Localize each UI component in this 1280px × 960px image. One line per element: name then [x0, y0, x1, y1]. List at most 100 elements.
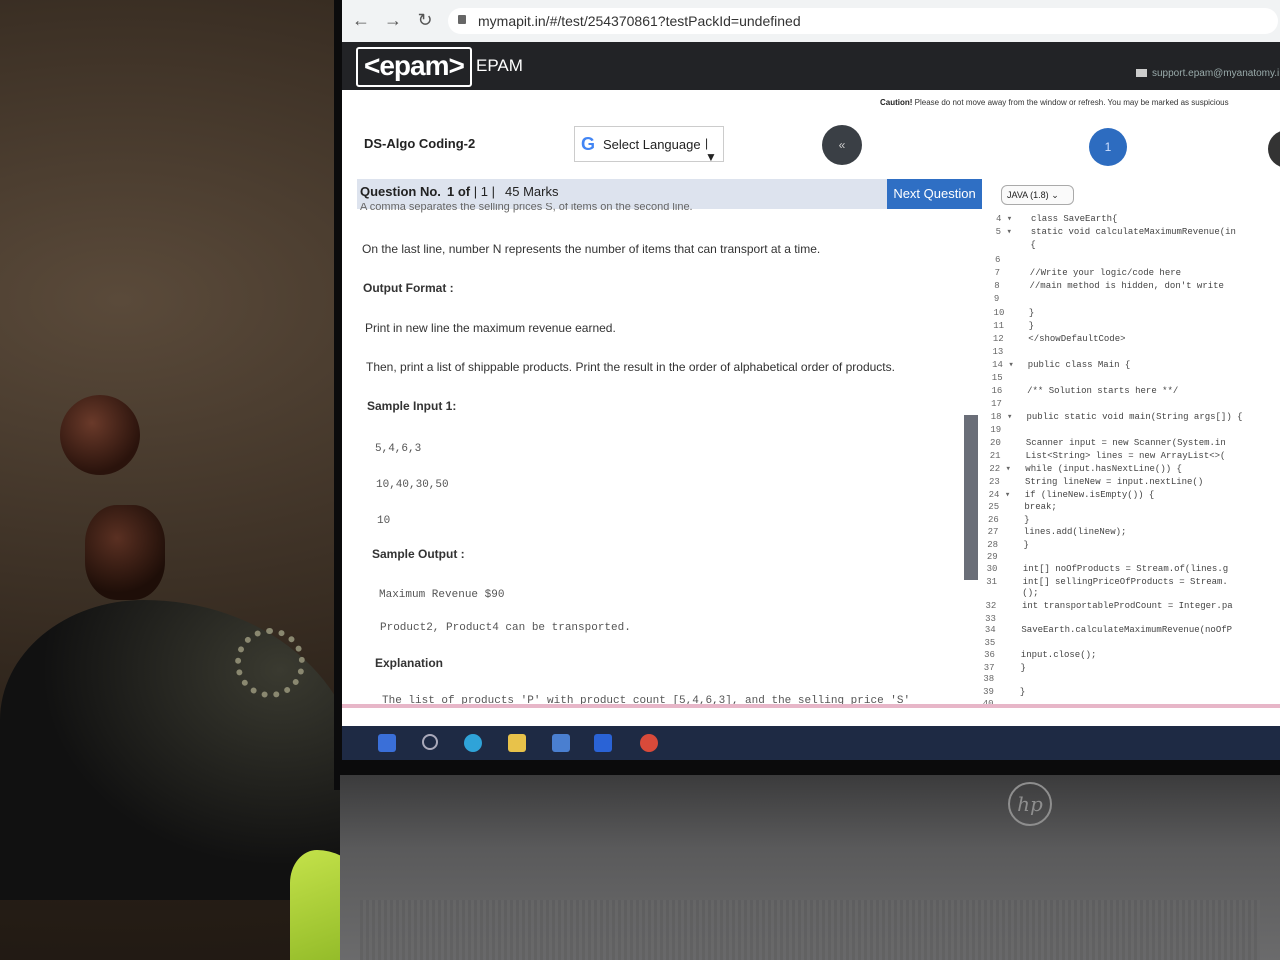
hp-logo: hp	[1008, 782, 1052, 826]
code-line: SaveEarth.calculateMaximumRevenue(noOfP	[1021, 625, 1233, 635]
search-icon[interactable]	[422, 734, 438, 750]
question-label: Question No.	[360, 184, 441, 199]
mail-app-icon[interactable]	[552, 734, 570, 752]
line-number: 11	[993, 321, 1004, 331]
laptop-screen: ← → ↻ mymapit.in/#/test/254370861?testPa…	[342, 0, 1280, 760]
code-line: ();	[1022, 588, 1039, 598]
line-number: 35	[984, 638, 996, 648]
code-line: static void calculateMaximumRevenue(in	[1030, 227, 1236, 237]
line-number: 37	[983, 663, 995, 673]
code-editor[interactable]: JAVA (1.8) ⌄ 4 ▾ class SaveEarth{ 5 ▾ stat…	[983, 179, 1280, 709]
line-number: 36	[984, 650, 995, 660]
question-number: 1 of | 1 |	[447, 184, 495, 199]
code-line: class SaveEarth{	[1031, 214, 1118, 224]
code-line: public static void main(String args[]) {	[1026, 412, 1243, 422]
question-scrollbar[interactable]	[964, 415, 978, 580]
code-line: int[] sellingPriceOfProducts = Stream.	[1022, 577, 1228, 587]
code-line: }	[1028, 308, 1035, 318]
chrome-icon[interactable]	[640, 734, 658, 752]
test-title: DS-Algo Coding-2	[364, 136, 476, 151]
line-number: 5 ▾	[995, 227, 1012, 237]
line-number: 32	[985, 601, 997, 611]
windows-start-icon[interactable]	[378, 734, 396, 752]
sample-input-heading: Sample Input 1:	[367, 399, 457, 413]
line-number: 18 ▾	[990, 412, 1013, 422]
brand-name: EPAM	[476, 56, 523, 75]
language-selector[interactable]: G Select Language | ▼	[574, 126, 724, 164]
editor-language-select[interactable]: JAVA (1.8) ⌄	[1001, 185, 1074, 205]
code-line: input.close();	[1020, 650, 1097, 660]
browser-toolbar: ← → ↻ mymapit.in/#/test/254370861?testPa…	[342, 0, 1280, 43]
code-line: List<String> lines = new ArrayList<>(	[1025, 451, 1226, 461]
cloth-medallion	[235, 628, 305, 698]
sample-output-line: Product2, Product4 can be transported.	[380, 622, 631, 634]
line-number: 4 ▾	[996, 214, 1013, 224]
lock-icon	[458, 15, 466, 24]
chevron-down-icon: ⌄	[1051, 190, 1059, 200]
line-number: 38	[983, 674, 995, 684]
output-format-heading: Output Format :	[363, 281, 454, 295]
code-line: }	[1023, 540, 1029, 550]
code-line: }	[1019, 687, 1026, 697]
laptop-speaker-grille	[360, 900, 1260, 960]
line-number: 12	[992, 334, 1004, 344]
reload-icon[interactable]: ↻	[414, 9, 436, 31]
sample-output-line: Maximum Revenue $90	[379, 589, 505, 601]
line-number: 24 ▾	[988, 490, 1011, 500]
collapse-panel-button[interactable]: «	[822, 125, 862, 165]
file-explorer-icon[interactable]	[508, 734, 526, 752]
code-line: lines.add(lineNew);	[1023, 527, 1127, 537]
line-number: 26	[987, 515, 999, 525]
edge-icon[interactable]	[464, 734, 482, 752]
sample-input-line: 5,4,6,3	[375, 443, 422, 455]
line-number: 33	[985, 614, 996, 624]
code-line: int[] noOfProducts = Stream.of(lines.g	[1022, 564, 1229, 574]
code-line: //main method is hidden, don't write	[1029, 281, 1224, 291]
question-marks: 45 Marks	[505, 184, 559, 199]
line-number: 17	[991, 399, 1002, 409]
epam-logo: <epam>	[356, 47, 472, 87]
caution-label: Caution!	[880, 98, 913, 107]
question-nav-bubble[interactable]: 1	[1089, 128, 1127, 166]
code-line: String lineNew = input.nextLine()	[1025, 477, 1204, 487]
line-number: 31	[986, 577, 998, 587]
mail-icon	[1136, 69, 1147, 78]
code-line: Scanner input = new Scanner(System.in	[1025, 438, 1226, 448]
chevron-down-icon: | ▼	[705, 136, 717, 164]
wooden-knob	[60, 395, 140, 475]
windows-taskbar	[342, 726, 1280, 760]
forward-arrow-icon[interactable]: →	[382, 9, 404, 31]
line-number: 6	[994, 255, 1001, 265]
line-number: 10	[993, 308, 1005, 318]
line-number: 7	[994, 268, 1000, 278]
code-line: }	[1020, 663, 1026, 673]
partial-nav-button[interactable]	[1268, 130, 1280, 168]
line-number: 9	[993, 294, 1000, 304]
sample-input-line: 10	[377, 515, 391, 527]
line-number: 23	[989, 477, 1000, 487]
code-line: /** Solution starts here **/	[1027, 386, 1179, 396]
line-number: 21	[989, 451, 1001, 461]
code-line: {	[1030, 240, 1036, 250]
code-line: </showDefaultCode>	[1028, 334, 1126, 344]
code-line: }	[1024, 515, 1030, 525]
url-text: mymapit.in/#/test/254370861?testPackId=u…	[478, 13, 801, 29]
caution-text: Please do not move away from the window …	[914, 98, 1229, 107]
line-number: 29	[986, 552, 998, 562]
line-number: 8	[994, 281, 1000, 291]
input-description: On the last line, number N represents th…	[362, 242, 821, 256]
line-number: 34	[984, 625, 996, 635]
back-arrow-icon[interactable]: ←	[350, 9, 372, 31]
line-number: 27	[987, 527, 999, 537]
question-panel: A comma separates the selling prices S, …	[357, 203, 967, 725]
line-number: 16	[991, 386, 1003, 396]
line-number: 28	[987, 540, 999, 550]
support-email: support.epam@myanatomy.i	[1152, 68, 1280, 79]
code-line: public class Main {	[1027, 360, 1131, 370]
sample-output-heading: Sample Output :	[372, 547, 465, 561]
dropbox-icon[interactable]	[594, 734, 612, 752]
site-header: <epam> EPAM support.epam@myanatomy.i	[342, 42, 1280, 90]
support-contact[interactable]: support.epam@myanatomy.i	[1136, 68, 1279, 79]
code-line: while (input.hasNextLine()) {	[1025, 464, 1182, 474]
address-bar[interactable]: mymapit.in/#/test/254370861?testPackId=u…	[448, 8, 1278, 34]
